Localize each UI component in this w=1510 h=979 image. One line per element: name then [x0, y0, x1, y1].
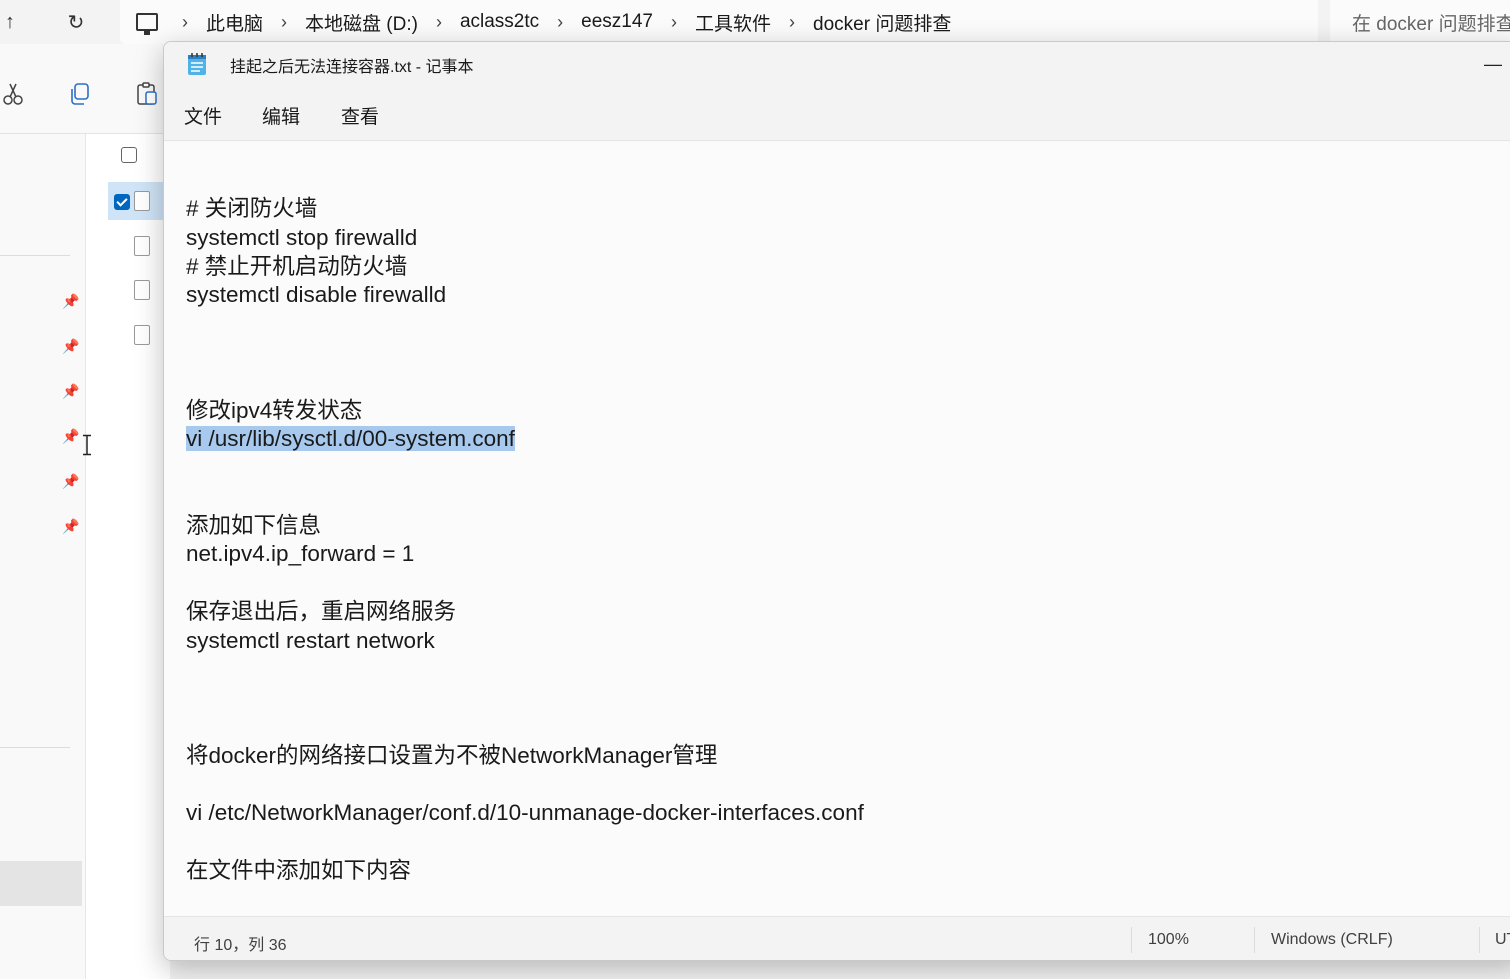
pin-icon[interactable]: 📌 [62, 473, 79, 489]
breadcrumb-separator: › [557, 11, 564, 32]
text-line: 添加如下信息 [186, 513, 322, 538]
search-input[interactable]: 在 docker 问题排查 [1330, 0, 1510, 44]
pin-icon[interactable]: 📌 [62, 518, 79, 534]
text-line: vi /etc/NetworkManager/conf.d/10-unmanag… [186, 800, 864, 825]
text-line: # 禁止开机启动防火墙 [186, 254, 408, 279]
text-line: net.ipv4.ip_forward = 1 [186, 541, 415, 566]
up-arrow-icon[interactable]: ↑ [0, 6, 26, 38]
pin-icon[interactable]: 📌 [62, 338, 79, 354]
status-divider [1131, 927, 1132, 953]
minimize-button[interactable]: — [1484, 54, 1502, 75]
explorer-titlebar: ↑ ↻ › 此电脑 › 本地磁盘 (D:) › aclass2tc › eesz… [0, 0, 1510, 44]
navigation-pane: 📌 📌 📌 📌 📌 📌 [0, 134, 86, 979]
cut-icon[interactable] [0, 80, 28, 108]
breadcrumb-item[interactable]: 本地磁盘 (D:) [293, 9, 430, 36]
pin-icon[interactable]: 📌 [62, 293, 79, 309]
text-selection: vi /usr/lib/sysctl.d/00-system.conf [186, 426, 515, 451]
file-icon [134, 325, 150, 345]
status-divider [1254, 927, 1255, 953]
breadcrumb-separator: › [435, 11, 442, 32]
paste-icon[interactable] [133, 80, 161, 108]
file-list [86, 134, 170, 979]
cursor-position: 行 10，列 36 [194, 937, 287, 954]
select-all-checkbox[interactable] [121, 147, 137, 163]
sidebar-item-selected[interactable] [0, 861, 82, 906]
nav-divider [0, 255, 70, 256]
line-ending: Windows (CRLF) [1271, 931, 1393, 948]
breadcrumb-separator: › [182, 11, 188, 32]
refresh-icon[interactable]: ↻ [60, 6, 92, 38]
file-icon [134, 280, 150, 300]
copy-icon[interactable] [66, 80, 94, 108]
notepad-window: 挂起之后无法连接容器.txt - 记事本 — 文件 编辑 查看 # 关闭防火墙 … [163, 41, 1510, 961]
text-line: systemctl restart network [186, 628, 435, 653]
file-icon [134, 191, 150, 211]
address-bar[interactable]: › 此电脑 › 本地磁盘 (D:) › aclass2tc › eesz147 … [120, 0, 1318, 44]
text-line: 在文件中添加如下内容 [186, 858, 412, 883]
row-checkbox[interactable] [114, 194, 130, 210]
status-bar: 行 10，列 36 100% Windows (CRLF) UT [164, 916, 1510, 960]
notepad-app-icon [188, 53, 206, 75]
menu-view[interactable]: 查看 [341, 102, 379, 129]
breadcrumb-item[interactable]: 此电脑 [194, 9, 275, 36]
breadcrumb-separator: › [281, 11, 288, 32]
file-icon [134, 236, 150, 256]
status-divider [1479, 927, 1480, 953]
explorer-body: 📌 📌 📌 📌 📌 📌 [0, 134, 170, 979]
text-line: 保存退出后，重启网络服务 [186, 599, 457, 624]
zoom-level: 100% [1148, 931, 1189, 948]
pin-icon[interactable]: 📌 [62, 428, 79, 444]
text-editor[interactable]: # 关闭防火墙 systemctl stop firewalld # 禁止开机启… [164, 142, 1510, 917]
menu-file[interactable]: 文件 [184, 102, 222, 129]
breadcrumb-item[interactable]: 工具软件 [683, 9, 783, 36]
window-title: 挂起之后无法连接容器.txt - 记事本 [230, 59, 474, 76]
breadcrumb-item[interactable]: aclass2tc [448, 11, 551, 33]
breadcrumb-separator: › [789, 11, 796, 32]
text-line: # 关闭防火墙 [186, 196, 318, 221]
breadcrumb-item[interactable]: docker 问题排查 [801, 9, 963, 36]
explorer-toolbar [0, 44, 170, 134]
breadcrumb-separator: › [671, 11, 677, 32]
computer-icon [136, 13, 158, 35]
text-line-selected: vi /usr/lib/sysctl.d/00-system.conf [186, 424, 515, 453]
pin-icon[interactable]: 📌 [62, 383, 79, 399]
menu-edit[interactable]: 编辑 [262, 102, 300, 129]
notepad-titlebar[interactable]: 挂起之后无法连接容器.txt - 记事本 — [164, 42, 1510, 86]
encoding: UT [1495, 931, 1510, 948]
text-line: systemctl stop firewalld [186, 225, 418, 250]
text-line: 将docker的网络接口设置为不被NetworkManager管理 [186, 743, 718, 768]
menu-bar: 文件 编辑 查看 [164, 86, 1510, 141]
text-cursor-icon [83, 434, 91, 456]
nav-divider [0, 747, 70, 748]
text-line: 修改ipv4转发状态 [186, 398, 363, 423]
text-line: systemctl disable firewalld [186, 282, 447, 307]
breadcrumb-item[interactable]: eesz147 [569, 11, 665, 33]
